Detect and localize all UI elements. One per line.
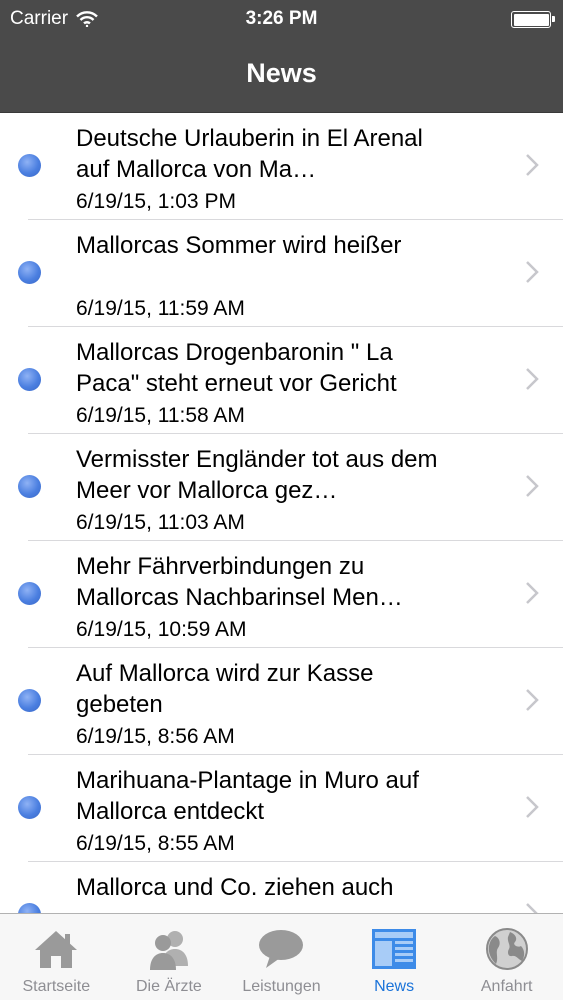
navigation-bar: News [0, 38, 563, 113]
tab-news[interactable]: News [338, 914, 451, 1000]
unread-dot-icon [18, 261, 41, 284]
tab-label: News [374, 978, 415, 995]
unread-dot-icon [18, 582, 41, 605]
news-date: 6/19/15, 10:59 AM [76, 618, 247, 641]
speech-bubble-icon [259, 930, 304, 968]
news-date: 6/19/15, 11:03 AM [76, 511, 245, 534]
news-headline: Auf Mallorca wird zur Kasse gebeten [76, 660, 374, 718]
news-row[interactable]: Mallorcas Sommer wird heißer 6/19/15, 11… [0, 220, 563, 327]
tab-startseite[interactable]: Startseite [0, 914, 113, 1000]
tab-label: Startseite [22, 978, 91, 995]
chevron-right-icon [526, 368, 539, 390]
chevron-right-icon [526, 154, 539, 176]
tab-label: Leistungen [242, 978, 321, 995]
unread-dot-icon [18, 475, 41, 498]
unread-dot-icon [18, 796, 41, 819]
news-row[interactable]: Marihuana-Plantage in Muro auf Mallorca … [0, 755, 563, 862]
unread-dot-icon [18, 689, 41, 712]
news-headline: Mallorcas Sommer wird heißer [76, 232, 402, 259]
news-headline: Mallorca und Co. ziehen auch [76, 874, 394, 901]
chevron-right-icon [526, 796, 539, 818]
chevron-right-icon [526, 582, 539, 604]
news-headline: Marihuana-Plantage in Muro auf Mallorca … [76, 767, 419, 825]
news-date: 6/19/15, 8:55 AM [76, 832, 235, 855]
news-headline: Deutsche Urlauberin in El Arenal auf Mal… [76, 125, 423, 183]
tab-label: Die Ärzte [135, 978, 202, 995]
chevron-right-icon [526, 903, 538, 913]
news-row[interactable]: Mallorca und Co. ziehen auch [0, 862, 563, 913]
chevron-right-icon [526, 261, 539, 283]
tab-bar: Startseite Die Ärzte Leistungen News Anf… [0, 913, 563, 1000]
news-row[interactable]: Vermisster Engländer tot aus dem Meer vo… [0, 434, 563, 541]
news-row[interactable]: Mehr Fährverbindungen zu Mallorcas Nachb… [0, 541, 563, 648]
unread-dot-icon [18, 154, 41, 177]
tab-anfahrt[interactable]: Anfahrt [450, 914, 563, 1000]
news-row[interactable]: Deutsche Urlauberin in El Arenal auf Mal… [0, 113, 563, 220]
globe-icon [485, 928, 528, 970]
tab-die-aerzte[interactable]: Die Ärzte [113, 914, 226, 1000]
chevron-right-icon [526, 689, 539, 711]
newspaper-icon [372, 929, 417, 969]
news-headline: Mehr Fährverbindungen zu Mallorcas Nachb… [76, 553, 403, 611]
clock: 3:26 PM [245, 8, 318, 29]
chevron-right-icon [526, 475, 539, 497]
tab-label: Anfahrt [480, 978, 533, 995]
news-date: 6/19/15, 11:59 AM [76, 297, 245, 320]
page-title: News [246, 58, 317, 88]
house-icon [35, 931, 78, 968]
news-date: 6/19/15, 1:03 PM [76, 190, 236, 213]
news-date: 6/19/15, 8:56 AM [76, 725, 235, 748]
news-row[interactable]: Mallorcas Drogenbaronin " La Paca" steht… [0, 327, 563, 434]
news-row[interactable]: Auf Mallorca wird zur Kasse gebeten 6/19… [0, 648, 563, 755]
unread-dot-icon [18, 903, 41, 913]
battery-icon [511, 11, 555, 28]
unread-dot-icon [18, 368, 41, 391]
news-list[interactable]: Deutsche Urlauberin in El Arenal auf Mal… [0, 113, 563, 913]
news-date: 6/19/15, 11:58 AM [76, 404, 245, 427]
tab-leistungen[interactable]: Leistungen [225, 914, 338, 1000]
status-bar: Carrier 3:26 PM [0, 0, 563, 38]
news-headline: Mallorcas Drogenbaronin " La Paca" steht… [76, 339, 397, 397]
news-headline: Vermisster Engländer tot aus dem Meer vo… [76, 446, 438, 504]
people-icon [149, 931, 188, 970]
